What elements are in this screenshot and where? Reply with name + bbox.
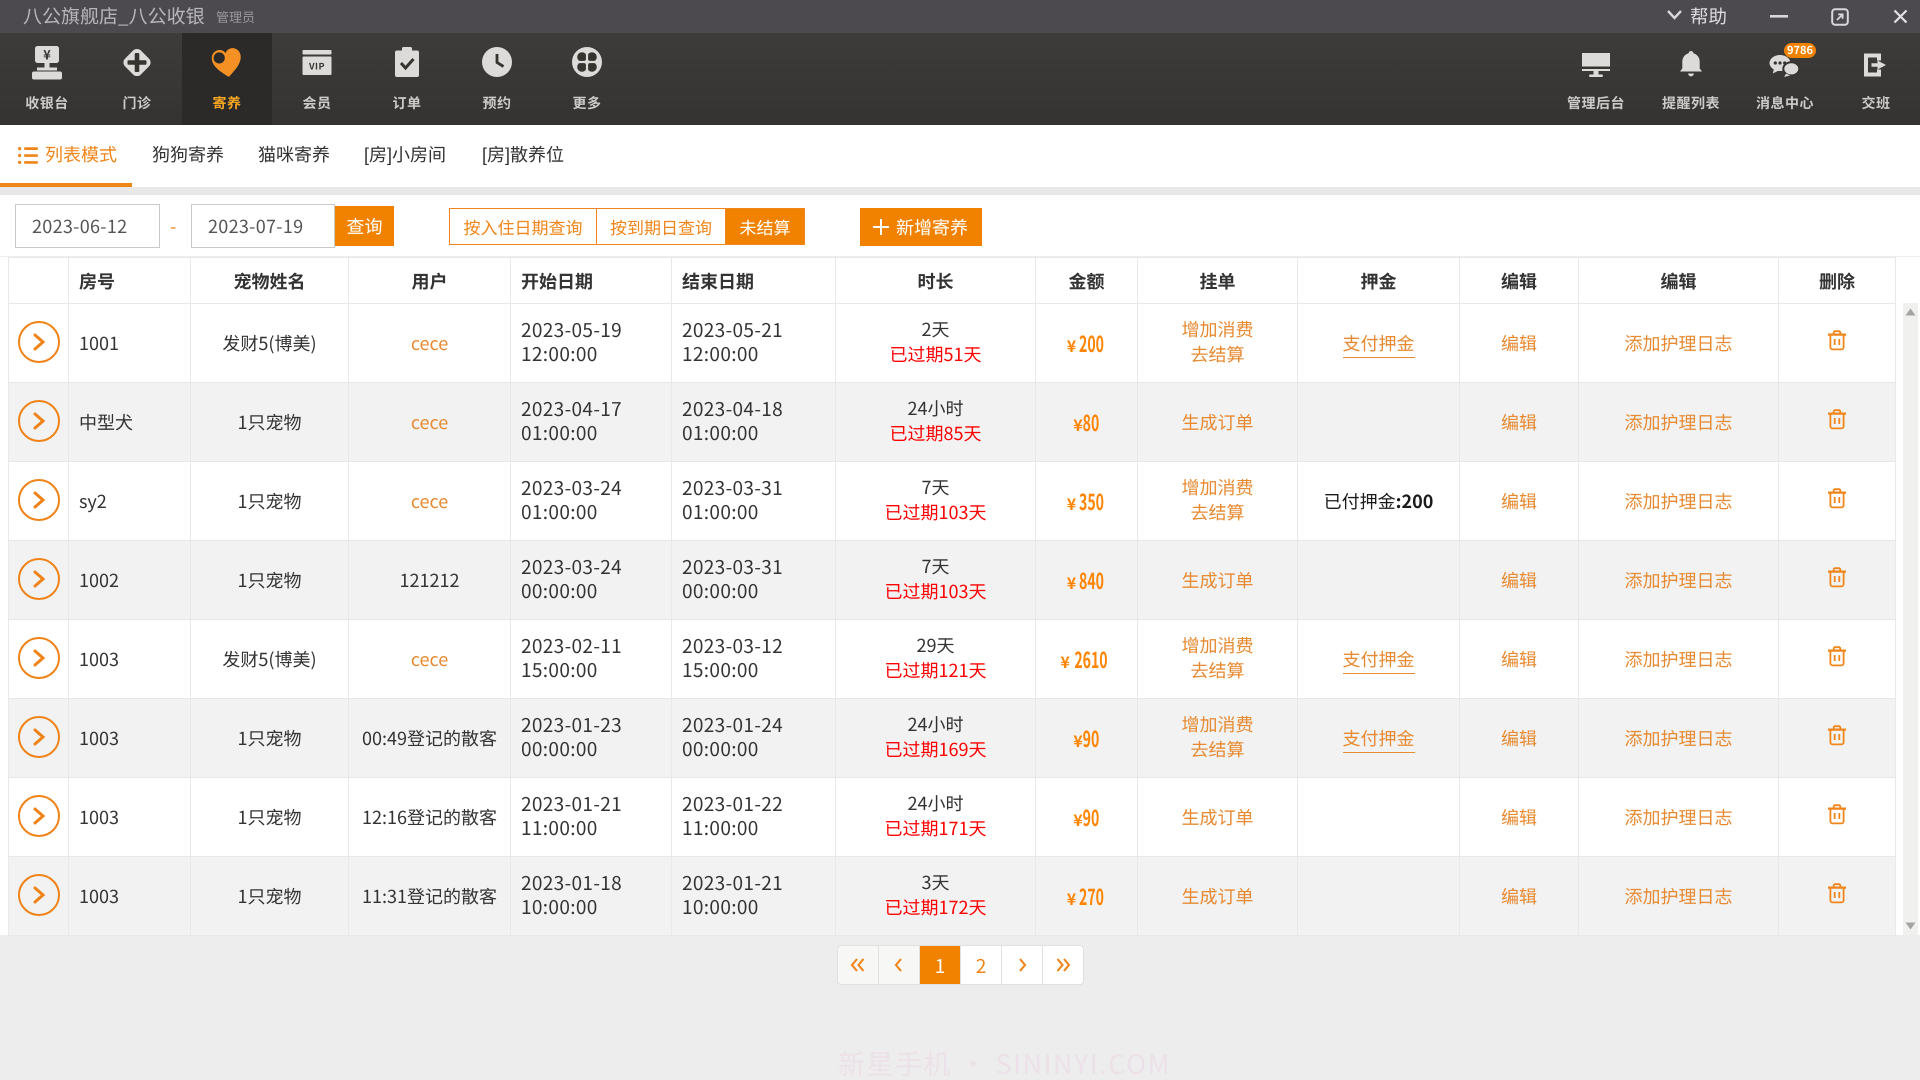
svg-text:VIP: VIP	[308, 60, 325, 73]
svg-text:¥: ¥	[43, 46, 51, 64]
